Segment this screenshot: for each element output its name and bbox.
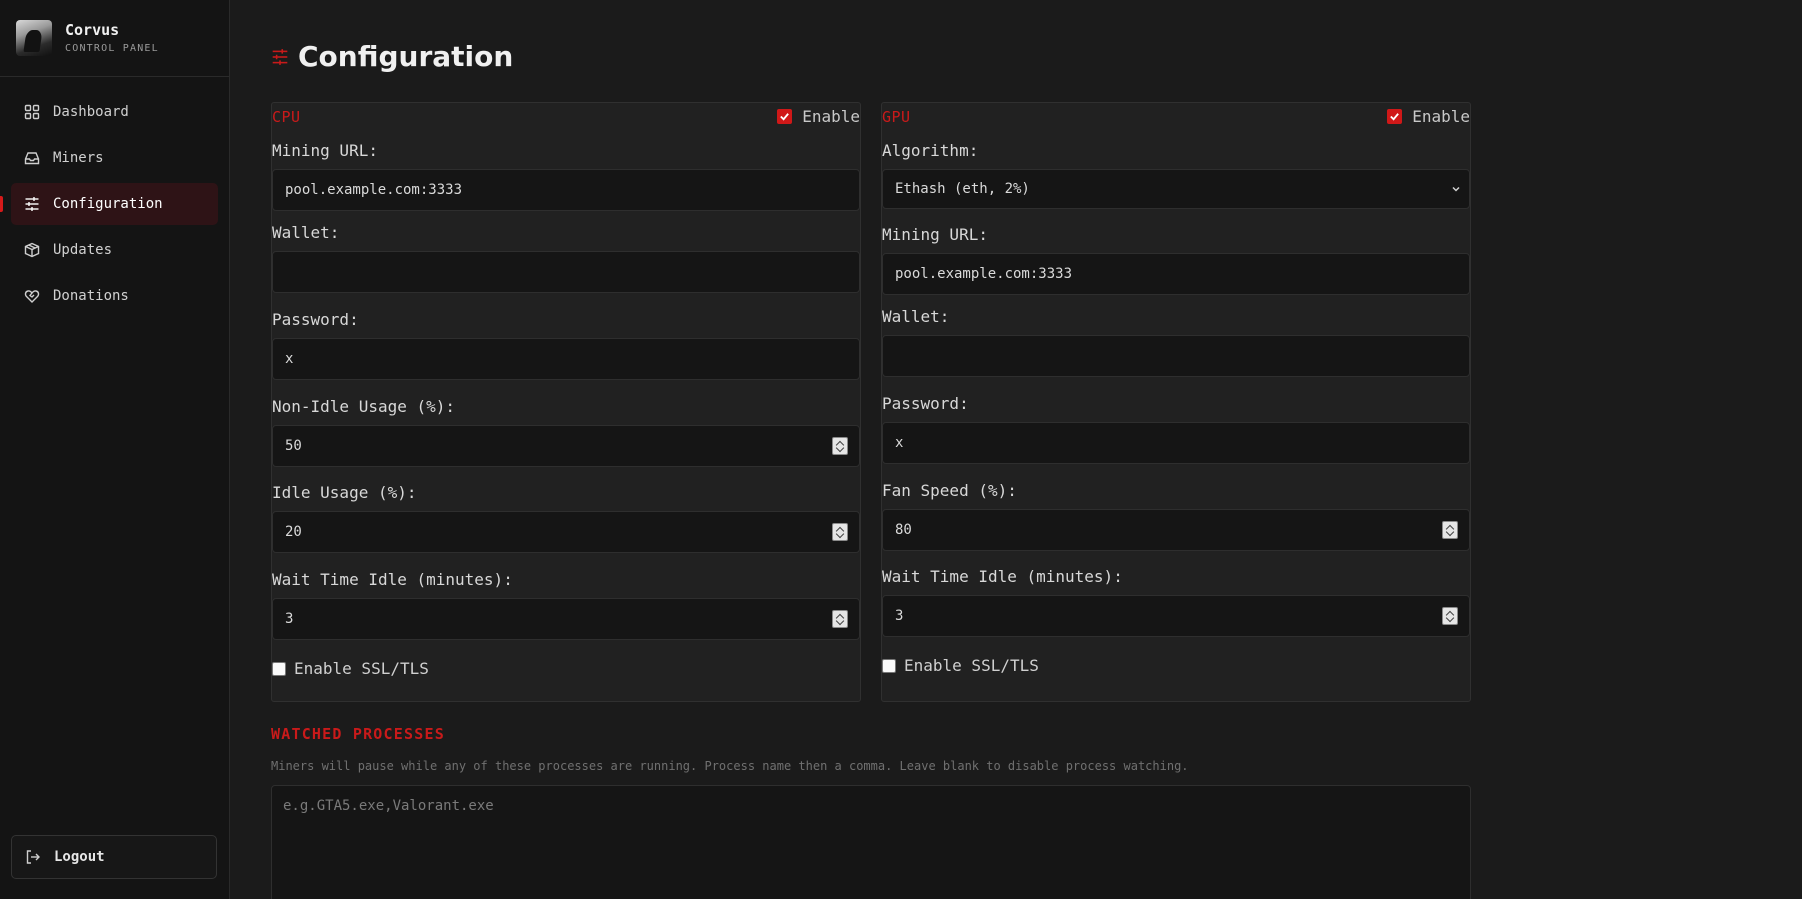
sidebar-item-dashboard[interactable]: Dashboard	[11, 91, 218, 133]
logout-button[interactable]: Logout	[11, 835, 217, 879]
cpu-password-label: Password:	[272, 310, 359, 329]
cpu-non-idle-label: Non-Idle Usage (%):	[272, 397, 456, 416]
cpu-wallet-label: Wallet:	[272, 223, 340, 242]
cpu-wait-input[interactable]: 3	[272, 598, 860, 640]
checkbox-unchecked-icon[interactable]	[272, 661, 286, 676]
sliders-icon	[24, 196, 40, 212]
cpu-mining-url-input[interactable]: pool.example.com:3333	[272, 169, 860, 211]
page-title: Configuration	[298, 40, 514, 73]
sidebar-item-label: Configuration	[53, 196, 163, 212]
cpu-idle-input[interactable]: 20	[272, 511, 860, 553]
scrollbar[interactable]	[1794, 0, 1802, 899]
gpu-ssl-toggle[interactable]: Enable SSL/TLS	[882, 656, 1039, 675]
gpu-algorithm-label: Algorithm:	[882, 141, 979, 160]
gpu-wallet-input[interactable]	[882, 335, 1470, 377]
crow-logo-icon	[16, 20, 52, 56]
gpu-wait-value: 3	[895, 608, 904, 624]
sliders-icon	[271, 48, 289, 66]
gpu-password-label: Password:	[882, 394, 969, 413]
gpu-fan-input[interactable]: 80	[882, 509, 1470, 551]
gpu-mining-url-input[interactable]: pool.example.com:3333	[882, 253, 1470, 295]
package-icon	[24, 242, 40, 258]
chevron-down-icon	[1451, 184, 1461, 194]
sidebar-item-miners[interactable]: Miners	[11, 137, 218, 179]
number-stepper[interactable]	[832, 437, 848, 455]
logout-icon	[25, 849, 41, 865]
sidebar-item-label: Miners	[53, 150, 104, 166]
grid-icon	[24, 104, 40, 120]
gpu-algorithm-value: Ethash (eth, 2%)	[895, 181, 1030, 197]
cpu-enable-label: Enable	[802, 107, 860, 126]
gpu-password-input[interactable]: x	[882, 422, 1470, 464]
cpu-wait-value: 3	[285, 611, 294, 627]
sidebar: Corvus CONTROL PANEL Dashboard Miners Co…	[0, 0, 230, 899]
number-stepper[interactable]	[1442, 521, 1458, 539]
main-content: Configuration CPU Enable Mining URL: poo…	[231, 0, 1802, 899]
brand: Corvus CONTROL PANEL	[0, 0, 229, 77]
cpu-card-title: CPU	[272, 108, 301, 126]
checkbox-checked-icon[interactable]	[777, 109, 793, 124]
cpu-idle-label: Idle Usage (%):	[272, 483, 417, 502]
page-header: Configuration	[271, 40, 513, 73]
cpu-enable-toggle[interactable]: Enable	[777, 107, 860, 126]
gpu-fan-value: 80	[895, 522, 912, 538]
sidebar-item-label: Donations	[53, 288, 129, 304]
cpu-idle-value: 20	[285, 524, 302, 540]
brand-name: Corvus	[65, 20, 120, 39]
gpu-algorithm-select[interactable]: Ethash (eth, 2%)	[882, 169, 1470, 209]
cpu-ssl-label: Enable SSL/TLS	[294, 659, 429, 678]
watched-processes-description: Miners will pause while any of these pro…	[271, 759, 1189, 773]
logout-label: Logout	[54, 849, 105, 865]
sidebar-item-donations[interactable]: Donations	[11, 275, 218, 317]
cpu-non-idle-input[interactable]: 50	[272, 425, 860, 467]
cpu-password-input[interactable]: x	[272, 338, 860, 380]
number-stepper[interactable]	[832, 523, 848, 541]
gpu-config-card: GPU Enable Algorithm: Ethash (eth, 2%) M…	[881, 102, 1471, 702]
sidebar-item-updates[interactable]: Updates	[11, 229, 218, 271]
sidebar-item-label: Dashboard	[53, 104, 129, 120]
gpu-enable-label: Enable	[1412, 107, 1470, 126]
cpu-wait-label: Wait Time Idle (minutes):	[272, 570, 513, 589]
drawer-icon	[24, 150, 40, 166]
cpu-ssl-toggle[interactable]: Enable SSL/TLS	[272, 659, 429, 678]
gpu-card-title: GPU	[882, 108, 911, 126]
sidebar-nav: Dashboard Miners Configuration Updates D…	[0, 77, 229, 317]
gpu-ssl-label: Enable SSL/TLS	[904, 656, 1039, 675]
watched-processes-textarea[interactable]: e.g.GTA5.exe,Valorant.exe	[271, 785, 1471, 899]
cpu-non-idle-value: 50	[285, 438, 302, 454]
heart-hand-icon	[24, 288, 40, 304]
gpu-enable-toggle[interactable]: Enable	[1387, 107, 1470, 126]
watched-processes-title: WATCHED PROCESSES	[271, 725, 445, 743]
cpu-config-card: CPU Enable Mining URL: pool.example.com:…	[271, 102, 861, 702]
cpu-wallet-input[interactable]	[272, 251, 860, 293]
gpu-mining-url-label: Mining URL:	[882, 225, 988, 244]
number-stepper[interactable]	[1442, 607, 1458, 625]
sidebar-item-configuration[interactable]: Configuration	[0, 183, 218, 225]
gpu-wallet-label: Wallet:	[882, 307, 950, 326]
brand-subtitle: CONTROL PANEL	[65, 42, 159, 54]
checkbox-unchecked-icon[interactable]	[882, 658, 896, 673]
gpu-wait-label: Wait Time Idle (minutes):	[882, 567, 1123, 586]
cpu-mining-url-label: Mining URL:	[272, 141, 378, 160]
checkbox-checked-icon[interactable]	[1387, 109, 1403, 124]
gpu-wait-input[interactable]: 3	[882, 595, 1470, 637]
number-stepper[interactable]	[832, 610, 848, 628]
sidebar-item-label: Updates	[53, 242, 113, 258]
gpu-fan-label: Fan Speed (%):	[882, 481, 1017, 500]
